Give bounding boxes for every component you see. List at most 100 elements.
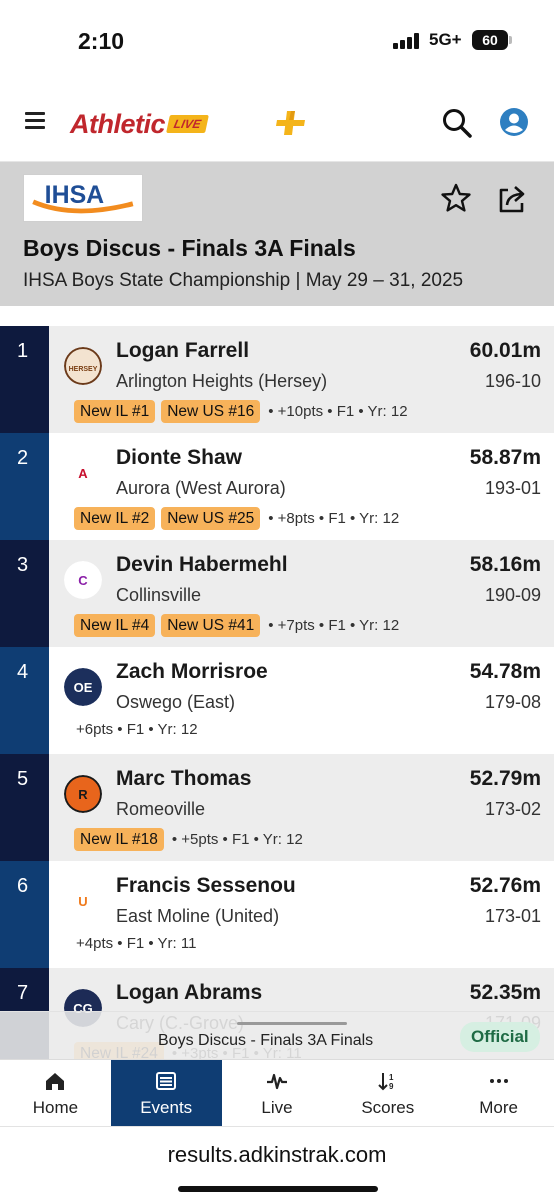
team-logo-icon: U <box>64 882 102 920</box>
results-list: 1 HERSEY Logan Farrell Arlington Heights … <box>0 326 554 1075</box>
ranking-badge: New US #16 <box>161 400 261 423</box>
drag-handle[interactable] <box>237 1022 347 1025</box>
nav-home-label: Home <box>32 1098 79 1117</box>
result-row[interactable]: 1 HERSEY Logan Farrell Arlington Heights … <box>0 326 554 433</box>
ranking-badge: New IL #1 <box>74 400 156 423</box>
result-meta: New IL #4 New US #41 • +7pts • F1 • Yr: 12 <box>74 614 399 637</box>
nav-more[interactable]: More <box>443 1060 554 1127</box>
svg-text:R: R <box>78 787 88 802</box>
ranking-badge: New IL #18 <box>74 828 164 851</box>
result-row[interactable]: 6 U Francis Sessenou East Moline (United)… <box>0 861 554 968</box>
nav-events-label: Events <box>140 1098 193 1117</box>
place-number: 7 <box>17 982 29 1004</box>
athletic-live-logo[interactable]: Athletic LIVE <box>70 104 209 144</box>
place-cell: 4 <box>0 647 49 754</box>
account-icon[interactable] <box>499 107 529 137</box>
result-row[interactable]: 2 A Dionte Shaw Aurora (West Aurora) 58.87… <box>0 433 554 540</box>
athlete-name[interactable]: Dionte Shaw <box>116 446 242 470</box>
ranking-badge: New US #41 <box>161 614 261 637</box>
school-name[interactable]: Oswego (East) <box>116 692 235 713</box>
browser-url-bar[interactable]: results.adkinstrak.com <box>0 1126 554 1200</box>
app-header: Athletic LIVE <box>0 84 554 162</box>
logo-live-tag: LIVE <box>166 115 209 133</box>
ranking-badge: New US #25 <box>161 507 261 530</box>
school-name[interactable]: Aurora (West Aurora) <box>116 478 286 499</box>
points-flight-year: +6pts • F1 • Yr: 12 <box>76 721 198 738</box>
school-name[interactable]: Arlington Heights (Hersey) <box>116 371 327 392</box>
nav-home[interactable]: Home <box>0 1060 111 1127</box>
status-time: 2:10 <box>78 28 125 54</box>
result-meta: New IL #2 New US #25 • +8pts • F1 • Yr: 12 <box>74 507 399 530</box>
mark-metric: 52.76m <box>469 874 541 897</box>
points-flight-year: • +10pts • F1 • Yr: 12 <box>268 403 408 420</box>
svg-text:9: 9 <box>389 1082 394 1091</box>
status-bar: 2:10 5G+ 60 <box>0 0 554 84</box>
result-row[interactable]: 3 C Devin Habermehl Collinsville 58.16m 190… <box>0 540 554 647</box>
nav-more-label: More <box>479 1098 518 1117</box>
mark-imperial: 179-08 <box>484 692 541 712</box>
athlete-name[interactable]: Logan Abrams <box>116 981 262 1005</box>
team-logo-icon: OE <box>64 668 102 706</box>
meet-header: IHSA Boys Discus - Finals 3A Finals IHSA… <box>0 162 554 306</box>
place-number: 6 <box>17 875 29 897</box>
official-badge: Official <box>460 1022 540 1052</box>
nav-scores[interactable]: 1 9 Scores <box>332 1060 443 1127</box>
mark-imperial: 173-02 <box>484 799 541 819</box>
favorite-star-icon[interactable] <box>440 182 472 214</box>
school-name[interactable]: Romeoville <box>116 799 205 820</box>
athlete-name[interactable]: Devin Habermehl <box>116 553 288 577</box>
team-logo-icon: C <box>64 561 102 599</box>
team-logo-icon: R <box>64 775 102 813</box>
nav-scores-label: Scores <box>361 1098 415 1117</box>
team-logo-icon: HERSEY <box>64 347 102 385</box>
school-name[interactable]: Collinsville <box>116 585 201 606</box>
place-number: 2 <box>17 447 29 469</box>
ranking-badge: New IL #4 <box>74 614 156 637</box>
svg-text:IHSA: IHSA <box>45 181 105 209</box>
home-indicator <box>178 1186 378 1192</box>
team-logo-icon: A <box>64 454 102 492</box>
search-icon[interactable] <box>441 107 473 139</box>
mark-metric: 60.01m <box>469 339 541 362</box>
result-meta: New IL #18 • +5pts • F1 • Yr: 12 <box>74 828 303 851</box>
more-dots-icon <box>489 1079 508 1083</box>
mark-imperial: 193-01 <box>484 478 541 498</box>
result-row[interactable]: 4 OE Zach Morrisroe Oswego (East) 54.78m 17… <box>0 647 554 754</box>
svg-text:A: A <box>78 466 88 481</box>
svg-text:HERSEY: HERSEY <box>69 366 98 373</box>
result-meta: New IL #1 New US #16 • +10pts • F1 • Yr: 1… <box>74 400 408 423</box>
place-cell: 2 <box>0 433 49 540</box>
place-number: 5 <box>17 768 29 790</box>
meet-subtitle: IHSA Boys State Championship | May 29 – … <box>23 270 464 291</box>
ihsa-logo: IHSA <box>23 174 143 222</box>
app-screen: 2:10 5G+ 60 Athletic LIVE IHSA Boys Disc… <box>0 0 554 1200</box>
athlete-name[interactable]: Zach Morrisroe <box>116 660 268 684</box>
share-icon[interactable] <box>495 181 529 215</box>
athlete-name[interactable]: Francis Sessenou <box>116 874 296 898</box>
event-status-title: Boys Discus - Finals 3A Finals <box>158 1032 374 1049</box>
mark-metric: 58.16m <box>469 553 541 576</box>
nav-live[interactable]: Live <box>222 1060 333 1127</box>
signal-icon <box>393 33 419 49</box>
svg-text:C: C <box>78 573 88 588</box>
mark-metric: 52.35m <box>469 981 541 1004</box>
mark-imperial: 196-10 <box>484 371 541 391</box>
sort-scores-icon: 1 9 <box>378 1073 394 1091</box>
school-name[interactable]: East Moline (United) <box>116 906 279 927</box>
athlete-name[interactable]: Marc Thomas <box>116 767 251 791</box>
result-meta: +6pts • F1 • Yr: 12 <box>74 721 198 738</box>
nav-events[interactable]: Events <box>110 1060 222 1127</box>
menu-icon[interactable] <box>25 112 45 130</box>
place-cell: 5 <box>0 754 49 861</box>
result-row[interactable]: 5 R Marc Thomas Romeoville 52.79m 173-02 New… <box>0 754 554 861</box>
event-status-bar[interactable]: Boys Discus - Finals 3A Finals Official <box>0 1011 554 1059</box>
event-title: Boys Discus - Finals 3A Finals <box>23 235 356 261</box>
mark-imperial: 190-09 <box>484 585 541 605</box>
result-meta: +4pts • F1 • Yr: 11 <box>74 935 196 952</box>
svg-text:OE: OE <box>74 680 93 695</box>
place-number: 4 <box>17 661 29 683</box>
athlete-name[interactable]: Logan Farrell <box>116 339 249 363</box>
home-icon <box>46 1073 65 1090</box>
mark-metric: 54.78m <box>469 660 541 683</box>
athletic-plus-icon[interactable] <box>275 109 307 137</box>
